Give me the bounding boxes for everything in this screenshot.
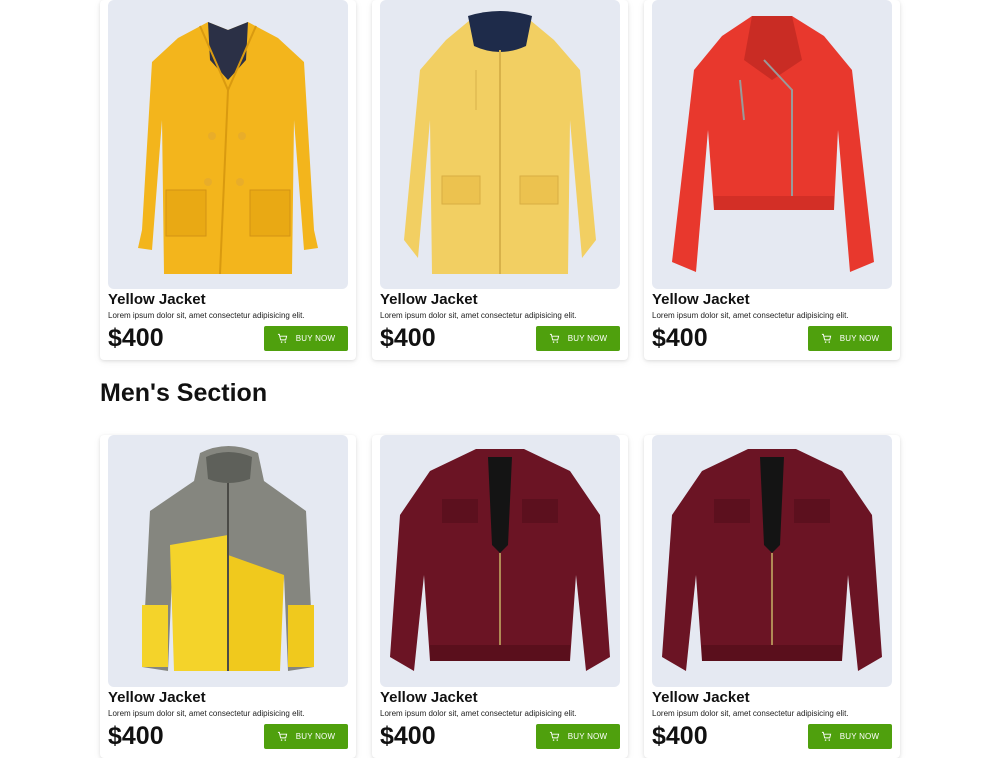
grey-yellow-puffer-image xyxy=(142,446,314,671)
product-price: $400 xyxy=(652,722,708,750)
product-image[interactable] xyxy=(380,0,620,289)
buy-now-label: BUY NOW xyxy=(567,333,608,343)
cart-icon xyxy=(821,731,831,741)
buy-now-button[interactable]: BUY NOW xyxy=(808,325,892,351)
buy-now-label: BUY NOW xyxy=(295,333,336,343)
product-title: Yellow Jacket xyxy=(652,689,750,706)
product-image[interactable] xyxy=(108,435,348,687)
product-description: Lorem ipsum dolor sit, amet consectetur … xyxy=(380,311,577,320)
buy-now-button[interactable]: BUY NOW xyxy=(536,723,620,749)
buy-now-button[interactable]: BUY NOW xyxy=(536,325,620,351)
buy-now-button[interactable]: BUY NOW xyxy=(264,723,348,749)
product-image[interactable] xyxy=(652,435,892,687)
yellow-pea-coat-image xyxy=(138,22,318,275)
maroon-leather-jacket-image xyxy=(390,449,610,671)
cart-icon xyxy=(549,333,559,343)
product-image[interactable] xyxy=(380,435,620,687)
product-card: Yellow Jacket Lorem ipsum dolor sit, ame… xyxy=(644,435,900,758)
top-product-grid: Yellow Jacket Lorem ipsum dolor sit, ame… xyxy=(100,0,900,360)
buy-now-button[interactable]: BUY NOW xyxy=(264,325,348,351)
cart-icon xyxy=(821,333,831,343)
buy-now-label: BUY NOW xyxy=(295,731,336,741)
product-title: Yellow Jacket xyxy=(380,291,478,308)
product-description: Lorem ipsum dolor sit, amet consectetur … xyxy=(652,709,849,718)
product-card: Yellow Jacket Lorem ipsum dolor sit, ame… xyxy=(644,0,900,360)
product-price: $400 xyxy=(380,324,436,352)
product-card: Yellow Jacket Lorem ipsum dolor sit, ame… xyxy=(372,435,628,758)
maroon-leather-jacket-image xyxy=(662,449,882,671)
yellow-raincoat-image xyxy=(404,11,596,274)
product-card: Yellow Jacket Lorem ipsum dolor sit, ame… xyxy=(100,0,356,360)
product-title: Yellow Jacket xyxy=(380,689,478,706)
product-title: Yellow Jacket xyxy=(652,291,750,308)
product-description: Lorem ipsum dolor sit, amet consectetur … xyxy=(380,709,577,718)
product-price: $400 xyxy=(108,324,164,352)
product-description: Lorem ipsum dolor sit, amet consectetur … xyxy=(108,709,305,718)
product-description: Lorem ipsum dolor sit, amet consectetur … xyxy=(652,311,849,320)
product-price: $400 xyxy=(652,324,708,352)
cart-icon xyxy=(549,731,559,741)
product-image[interactable] xyxy=(108,0,348,289)
product-image[interactable] xyxy=(652,0,892,289)
buy-now-label: BUY NOW xyxy=(567,731,608,741)
buy-now-label: BUY NOW xyxy=(839,731,880,741)
product-card: Yellow Jacket Lorem ipsum dolor sit, ame… xyxy=(372,0,628,360)
product-price: $400 xyxy=(108,722,164,750)
mens-product-grid: Yellow Jacket Lorem ipsum dolor sit, ame… xyxy=(100,435,900,758)
red-leather-jacket-image xyxy=(672,16,874,272)
buy-now-button[interactable]: BUY NOW xyxy=(808,723,892,749)
cart-icon xyxy=(277,731,287,741)
buy-now-label: BUY NOW xyxy=(839,333,880,343)
product-description: Lorem ipsum dolor sit, amet consectetur … xyxy=(108,311,305,320)
product-card: Yellow Jacket Lorem ipsum dolor sit, ame… xyxy=(100,435,356,758)
product-title: Yellow Jacket xyxy=(108,291,206,308)
product-price: $400 xyxy=(380,722,436,750)
product-title: Yellow Jacket xyxy=(108,689,206,706)
cart-icon xyxy=(277,333,287,343)
section-heading: Men's Section xyxy=(100,379,268,407)
